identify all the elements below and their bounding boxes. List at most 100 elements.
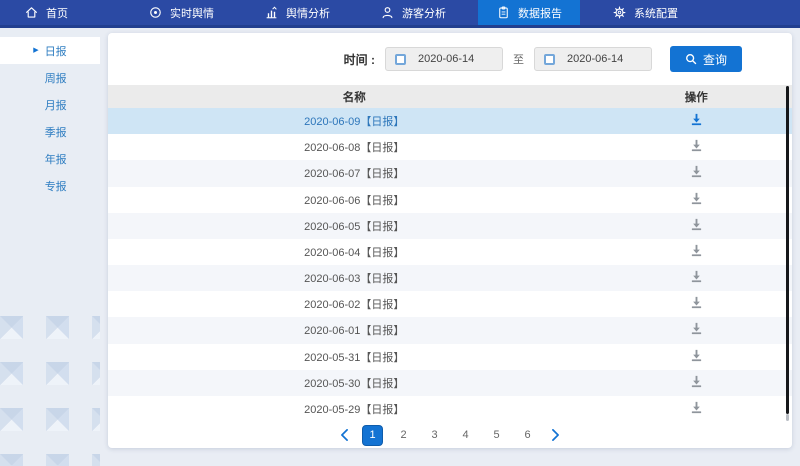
report-table: 名称 操作 2020-06-09【日报】	[108, 85, 792, 422]
report-icon	[496, 5, 511, 20]
2020-06-03【日报】[interactable]: 2020-06-03【日报】	[108, 265, 792, 291]
sidebar-item-label: 年报	[45, 151, 67, 167]
report-name: 2020-05-31【日报】	[108, 349, 600, 365]
calendar-icon	[395, 54, 406, 65]
2020-05-31【日报】[interactable]: 2020-05-31【日报】	[108, 344, 792, 370]
sidebar-decoration-pattern	[0, 316, 100, 466]
chevron-right-icon[interactable]	[549, 427, 562, 443]
nav-item-realtime-sentiment[interactable]: 实时舆情	[130, 0, 232, 25]
2020-05-29【日报】[interactable]: 2020-05-29【日报】	[108, 396, 792, 422]
report-card: 时间 : 2020-06-14 至 2020-06-14 查询	[108, 33, 792, 448]
sidebar-item-label: 专报	[45, 178, 67, 194]
table-body: 2020-06-09【日报】 2020-06-08【日报】	[108, 108, 792, 422]
report-name: 2020-06-09【日报】	[108, 113, 600, 129]
download-icon[interactable]	[690, 244, 703, 257]
to-label: 至	[513, 51, 524, 67]
query-button-label: 查询	[703, 51, 727, 68]
filter-bar: 时间 : 2020-06-14 至 2020-06-14 查询	[108, 33, 792, 85]
page-number[interactable]: 6	[518, 426, 537, 445]
time-label: 时间 :	[344, 51, 375, 68]
download-icon[interactable]	[690, 113, 703, 126]
date-from-input[interactable]: 2020-06-14	[385, 47, 503, 71]
main-content: 时间 : 2020-06-14 至 2020-06-14 查询	[100, 28, 800, 466]
nav-item-visitor-analysis[interactable]: 游客分析	[362, 0, 464, 25]
report-name: 2020-06-04【日报】	[108, 244, 600, 260]
download-icon[interactable]	[690, 375, 703, 388]
download-icon[interactable]	[690, 401, 703, 414]
page-number[interactable]: 3	[425, 426, 444, 445]
sidebar: ▶ 日报 ▶ 周报 ▶ 月报 ▶ 季报 ▶ 年报	[0, 28, 100, 466]
nav-item-label: 系统配置	[634, 5, 678, 21]
sidebar-item-quarterly-report[interactable]: ▶ 季报	[0, 118, 100, 145]
home-icon	[24, 5, 39, 20]
sidebar-item-label: 季报	[45, 124, 67, 140]
top-navbar: 首页 实时舆情 舆情分析 游客分析 数据报告 系统配置	[0, 0, 800, 28]
download-icon[interactable]	[690, 218, 703, 231]
2020-06-07【日报】[interactable]: 2020-06-07【日报】	[108, 160, 792, 186]
report-name: 2020-06-06【日报】	[108, 192, 600, 208]
nav-item-data-report[interactable]: 数据报告	[478, 0, 580, 25]
report-name: 2020-06-05【日报】	[108, 218, 600, 234]
page-number[interactable]: 4	[456, 426, 475, 445]
2020-06-06【日报】[interactable]: 2020-06-06【日报】	[108, 187, 792, 213]
2020-06-04【日报】[interactable]: 2020-06-04【日报】	[108, 239, 792, 265]
2020-06-01【日报】[interactable]: 2020-06-01【日报】	[108, 317, 792, 343]
sidebar-item-label: 周报	[45, 70, 67, 86]
gear-icon	[612, 5, 627, 20]
table-scrollbar[interactable]	[786, 86, 789, 414]
2020-06-08【日报】[interactable]: 2020-06-08【日报】	[108, 134, 792, 160]
report-name: 2020-06-02【日报】	[108, 296, 600, 312]
download-icon[interactable]	[690, 192, 703, 205]
nav-item-sentiment-analysis[interactable]: 舆情分析	[246, 0, 348, 25]
nav-item-home[interactable]: 首页	[6, 0, 86, 25]
report-name: 2020-06-01【日报】	[108, 322, 600, 338]
report-name: 2020-06-07【日报】	[108, 165, 600, 181]
report-name: 2020-06-03【日报】	[108, 270, 600, 286]
date-to-input[interactable]: 2020-06-14	[534, 47, 652, 71]
sidebar-item-annual-report[interactable]: ▶ 年报	[0, 145, 100, 172]
sidebar-item-label: 日报	[45, 43, 67, 59]
chevron-left-icon[interactable]	[338, 427, 351, 443]
sidebar-item-label: 月报	[45, 97, 67, 113]
sidebar-item-monthly-report[interactable]: ▶ 月报	[0, 91, 100, 118]
nav-item-label: 首页	[46, 5, 68, 21]
download-icon[interactable]	[690, 296, 703, 309]
column-header-ops: 操作	[600, 89, 792, 105]
column-header-name: 名称	[108, 89, 600, 105]
download-icon[interactable]	[690, 270, 703, 283]
2020-06-02【日报】[interactable]: 2020-06-02【日报】	[108, 291, 792, 317]
download-icon[interactable]	[690, 322, 703, 335]
page-number[interactable]: 5	[487, 426, 506, 445]
nav-item-label: 实时舆情	[170, 5, 214, 21]
download-icon[interactable]	[690, 139, 703, 152]
pagination: 1 2 3 4 5 6	[108, 422, 792, 448]
date-from-value: 2020-06-14	[418, 53, 474, 65]
chart-icon	[264, 5, 279, 20]
sidebar-item-weekly-report[interactable]: ▶ 周报	[0, 64, 100, 91]
report-name: 2020-05-29【日报】	[108, 401, 600, 417]
nav-item-label: 舆情分析	[286, 5, 330, 21]
eye-icon	[148, 5, 163, 20]
nav-item-label: 数据报告	[518, 5, 562, 21]
page-number[interactable]: 1	[363, 426, 382, 445]
page-number[interactable]: 2	[394, 426, 413, 445]
report-name: 2020-05-30【日报】	[108, 375, 600, 391]
2020-06-05【日报】[interactable]: 2020-06-05【日报】	[108, 213, 792, 239]
nav-item-label: 游客分析	[402, 5, 446, 21]
calendar-icon	[544, 54, 555, 65]
table-header: 名称 操作	[108, 85, 792, 108]
download-icon[interactable]	[690, 349, 703, 362]
active-pointer-icon: ▶	[33, 47, 38, 54]
nav-item-system-config[interactable]: 系统配置	[594, 0, 696, 25]
sidebar-item-daily-report[interactable]: ▶ 日报	[0, 37, 100, 64]
query-button[interactable]: 查询	[670, 46, 742, 72]
report-name: 2020-06-08【日报】	[108, 139, 600, 155]
search-icon	[685, 53, 697, 65]
2020-05-30【日报】[interactable]: 2020-05-30【日报】	[108, 370, 792, 396]
page-body: ▶ 日报 ▶ 周报 ▶ 月报 ▶ 季报 ▶ 年报	[0, 28, 800, 466]
user-icon	[380, 5, 395, 20]
date-to-value: 2020-06-14	[567, 53, 623, 65]
sidebar-item-special-report[interactable]: ▶ 专报	[0, 172, 100, 199]
download-icon[interactable]	[690, 165, 703, 178]
2020-06-09【日报】[interactable]: 2020-06-09【日报】	[108, 108, 792, 134]
